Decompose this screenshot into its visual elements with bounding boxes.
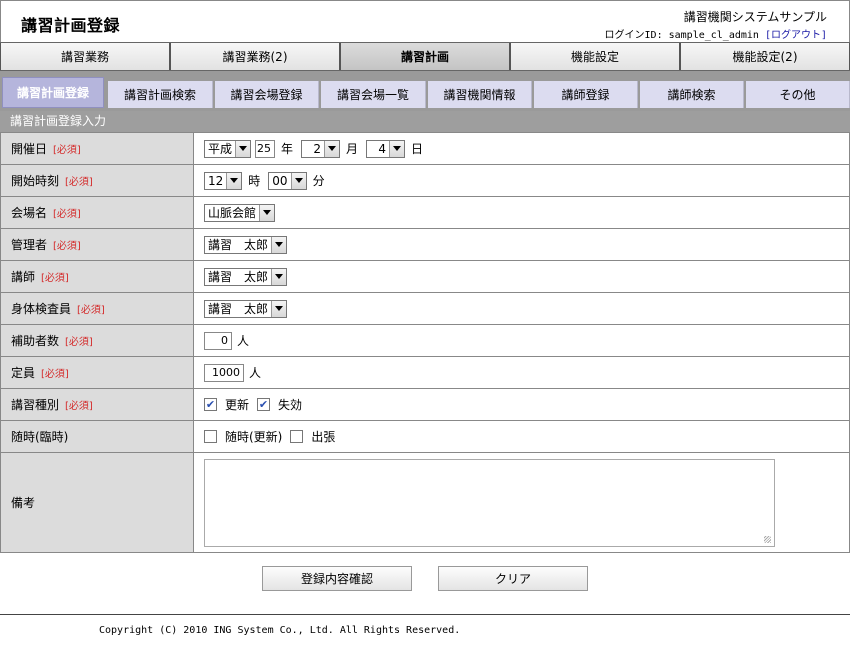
required-mark: [必須] [65, 177, 93, 188]
adhoc-renew-checkbox[interactable] [204, 430, 217, 443]
chevron-down-icon [271, 300, 287, 317]
sub-tab-plan-register[interactable]: 講習計画登録 [2, 77, 104, 108]
sub-tab-other[interactable]: その他 [746, 81, 850, 108]
required-mark: [必須] [53, 145, 81, 156]
required-mark: [必須] [41, 369, 69, 380]
login-info: ログインID: sample_cl_admin [ログアウト] [605, 26, 827, 41]
sub-tab-org-info[interactable]: 講習機関情報 [428, 81, 532, 108]
renew-label: 更新 [225, 398, 250, 412]
main-tab-course-work-2[interactable]: 講習業務(2) [170, 43, 340, 70]
year-input[interactable]: 25 [255, 139, 276, 158]
date-inputs: 平成 25 年 2 月 4 日 [194, 133, 849, 164]
required-mark: [必須] [65, 337, 93, 348]
row-course-type: 講習種別 [必須] ✔ 更新 ✔ 失効 [1, 389, 849, 421]
row-notes: 備考 [1, 453, 849, 552]
sub-tab-venue-register[interactable]: 講習会場登録 [215, 81, 319, 108]
label-adhoc: 随時(臨時) [1, 421, 194, 452]
system-name: 講習機関システムサンプル [683, 10, 827, 24]
notes-textarea[interactable] [204, 458, 775, 547]
row-start-time: 開始時刻 [必須] 12 時 00 分 [1, 165, 849, 197]
instructor-select[interactable]: 講習 太郎 [204, 267, 288, 286]
sub-tab-venue-list[interactable]: 講習会場一覧 [321, 81, 426, 108]
confirm-button[interactable]: 登録内容確認 [262, 566, 412, 591]
chevron-down-icon [324, 140, 340, 157]
label-notes: 備考 [1, 453, 194, 552]
main-tab-course-plan[interactable]: 講習計画 [340, 43, 510, 70]
sub-tab-instructor-register[interactable]: 講師登録 [534, 81, 638, 108]
row-date: 開催日 [必須] 平成 25 年 2 月 4 日 [1, 133, 849, 165]
renew-checkbox[interactable]: ✔ [204, 398, 217, 411]
main-tab-course-work[interactable]: 講習業務 [0, 43, 170, 70]
sub-tab-bar: 講習計画登録 講習計画検索 講習会場登録 講習会場一覧 講習機関情報 講師登録 … [0, 71, 850, 111]
page-header: 講習計画登録 講習機関システムサンプル ログインID: sample_cl_ad… [0, 0, 850, 42]
hour-select[interactable]: 12 [204, 171, 243, 190]
chevron-down-icon [259, 204, 275, 221]
row-instructor: 講師 [必須] 講習 太郎 [1, 261, 849, 293]
chevron-down-icon [271, 268, 287, 285]
venue-select[interactable]: 山脈会館 [204, 203, 276, 222]
main-tab-settings[interactable]: 機能設定 [510, 43, 680, 70]
label-venue: 会場名 [必須] [1, 197, 194, 228]
era-select[interactable]: 平成 [204, 139, 252, 158]
label-instructor: 講師 [必須] [1, 261, 194, 292]
page-title: 講習計画登録 [21, 16, 121, 35]
capacity-input[interactable]: 1000 [204, 363, 244, 382]
required-mark: [必須] [53, 241, 81, 252]
plan-form: 開催日 [必須] 平成 25 年 2 月 4 日 開始時刻 [必須] 12 時 … [0, 132, 850, 553]
expired-label: 失効 [278, 398, 303, 412]
required-mark: [必須] [53, 209, 81, 220]
resize-grip-icon[interactable] [764, 535, 771, 543]
business-trip-checkbox[interactable] [290, 430, 304, 443]
chevron-down-icon [389, 140, 405, 157]
chevron-down-icon [235, 140, 251, 157]
examiner-select[interactable]: 講習 太郎 [204, 299, 288, 318]
required-mark: [必須] [41, 273, 69, 284]
chevron-down-icon [271, 236, 287, 253]
label-date: 開催日 [必須] [1, 133, 194, 164]
chevron-down-icon [290, 172, 306, 189]
row-capacity: 定員 [必須] 1000 人 [1, 357, 849, 389]
sub-tab-plan-search[interactable]: 講習計画検索 [108, 81, 213, 108]
logout-link[interactable]: [ログアウト] [765, 30, 827, 41]
row-examiner: 身体検査員 [必須] 講習 太郎 [1, 293, 849, 325]
required-mark: [必須] [65, 401, 93, 412]
label-assistants: 補助者数 [必須] [1, 325, 194, 356]
label-course-type: 講習種別 [必須] [1, 389, 194, 420]
month-select[interactable]: 2 [301, 139, 341, 158]
label-manager: 管理者 [必須] [1, 229, 194, 260]
expired-checkbox[interactable]: ✔ [257, 398, 271, 411]
label-examiner: 身体検査員 [必須] [1, 293, 194, 324]
row-adhoc: 随時(臨時) 随時(更新) 出張 [1, 421, 849, 453]
label-start-time: 開始時刻 [必須] [1, 165, 194, 196]
sub-tab-instructor-search[interactable]: 講師検索 [640, 81, 744, 108]
section-title: 講習計画登録入力 [0, 111, 850, 132]
row-assistants: 補助者数 [必須] 0 人 [1, 325, 849, 357]
chevron-down-icon [226, 172, 242, 189]
adhoc-renew-label: 随時(更新) [225, 430, 283, 444]
main-tab-settings-2[interactable]: 機能設定(2) [680, 43, 850, 70]
login-id-text: ログインID: sample_cl_admin [604, 30, 759, 41]
minute-select[interactable]: 00 [268, 171, 307, 190]
clear-button[interactable]: クリア [438, 566, 588, 591]
day-select[interactable]: 4 [366, 139, 406, 158]
copyright-text: Copyright (C) 2010 ING System Co., Ltd. … [99, 625, 461, 636]
main-tab-bar: 講習業務 講習業務(2) 講習計画 機能設定 機能設定(2) [0, 42, 850, 71]
required-mark: [必須] [77, 305, 105, 316]
manager-select[interactable]: 講習 太郎 [204, 235, 288, 254]
row-manager: 管理者 [必須] 講習 太郎 [1, 229, 849, 261]
label-capacity: 定員 [必須] [1, 357, 194, 388]
row-venue: 会場名 [必須] 山脈会館 [1, 197, 849, 229]
business-trip-label: 出張 [311, 430, 336, 444]
footer-divider [0, 614, 850, 615]
time-inputs: 12 時 00 分 [194, 165, 849, 196]
assistants-input[interactable]: 0 [204, 331, 232, 350]
